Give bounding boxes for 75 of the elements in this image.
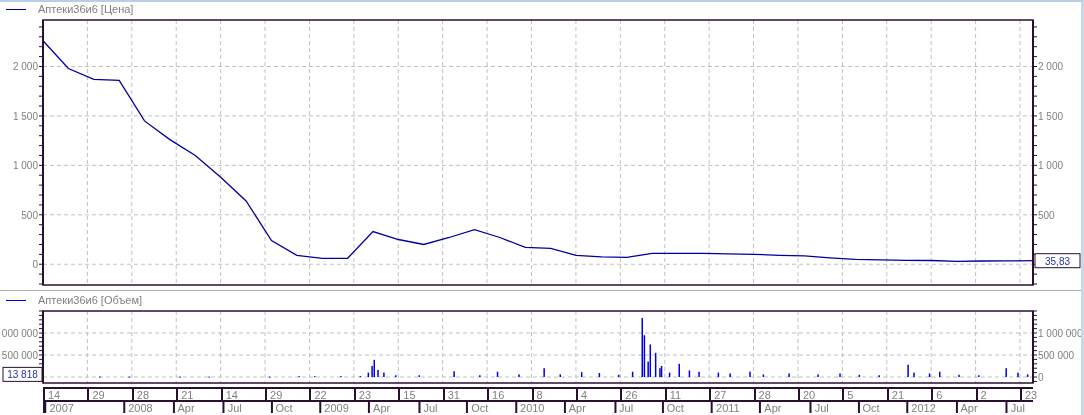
date-label: Jul [227, 401, 242, 414]
date-label: 23 [358, 389, 372, 401]
date-label: 2008 [128, 401, 153, 414]
axis-label: 1 000 [1038, 160, 1064, 172]
volume-bar [668, 372, 671, 377]
date-label: 31 [447, 389, 460, 401]
date-label: 29 [92, 389, 105, 401]
date-label: 28 [136, 389, 150, 401]
volume-bar [580, 372, 583, 377]
legend-line [6, 299, 26, 301]
axis-label: 0 [32, 259, 38, 271]
date-label: 21 [891, 389, 904, 401]
last-value-badge: 35,83 [1034, 253, 1081, 269]
date-label: Oct [862, 401, 880, 414]
volume-bar [654, 352, 657, 377]
date-label: Apr [373, 401, 391, 414]
date-label: 14 [225, 389, 238, 401]
volume-bar [717, 372, 720, 377]
date-label: 28 [758, 389, 771, 401]
volume-bar [631, 371, 634, 377]
date-label: 2007 [49, 401, 74, 414]
date-label: 20 [802, 389, 816, 401]
date-label: Apr [764, 401, 782, 414]
date-label: Apr [568, 401, 586, 414]
date-label: 2011 [716, 401, 740, 414]
date-label: 29 [270, 389, 283, 401]
volume-bar [617, 374, 620, 377]
date-label: Oct [275, 401, 293, 414]
date-label: Jul [1010, 401, 1025, 414]
volume-bar [858, 374, 861, 377]
date-label: 21 [181, 389, 194, 401]
axis-label: 0 [1038, 372, 1044, 383]
date-label: 27 [714, 389, 727, 401]
axis-label: 000 000 [1, 328, 38, 339]
date-label: 16 [492, 389, 505, 401]
date-label: 2009 [324, 401, 349, 414]
legend-line [6, 8, 26, 10]
date-label: Jul [423, 401, 438, 414]
volume-bar [598, 373, 601, 377]
volume-bar [688, 370, 691, 377]
axis-label: 1 500 [1038, 110, 1064, 122]
date-label: Oct [471, 401, 489, 414]
volume-bar [762, 374, 765, 377]
axis-label: 2 000 [12, 61, 38, 73]
volume-bar [1026, 374, 1029, 377]
legend-label: Аптеки36и6 [Цена] [38, 3, 134, 15]
volume-bar [928, 373, 931, 377]
volume-bar [496, 371, 499, 377]
legend-label: Аптеки36и6 [Объем] [38, 294, 142, 306]
date-label: 6 [936, 389, 943, 401]
axis-label: 500 000 [1, 350, 38, 361]
last-value-badge: 13 818 [2, 366, 43, 382]
date-label: 5 [847, 389, 854, 401]
date-label: 14 [48, 389, 61, 401]
date-label: 23 [1025, 389, 1038, 401]
date-label: 2 [980, 389, 987, 401]
date-label: Apr [960, 401, 978, 414]
date-label: 2012 [911, 401, 936, 414]
date-label: Jul [814, 401, 829, 414]
axis-label: 1 000 [12, 160, 38, 172]
date-label: Jul [619, 401, 634, 414]
date-label: 26 [625, 389, 638, 401]
axis-label: 2 000 [1038, 61, 1064, 73]
axis-label: 500 000 [1038, 350, 1075, 361]
date-label: 15 [403, 389, 416, 401]
date-label: 8 [536, 389, 543, 401]
date-label: 4 [580, 389, 588, 401]
axis-label: 1 500 [12, 110, 38, 122]
date-label: 2010 [520, 401, 545, 414]
date-label: 22 [314, 389, 327, 401]
axis-label: 500 [21, 209, 38, 221]
date-label: 11 [669, 389, 682, 401]
date-label: Apr [177, 401, 195, 414]
axis-label: 500 [1038, 209, 1055, 221]
date-label: Oct [666, 401, 684, 414]
